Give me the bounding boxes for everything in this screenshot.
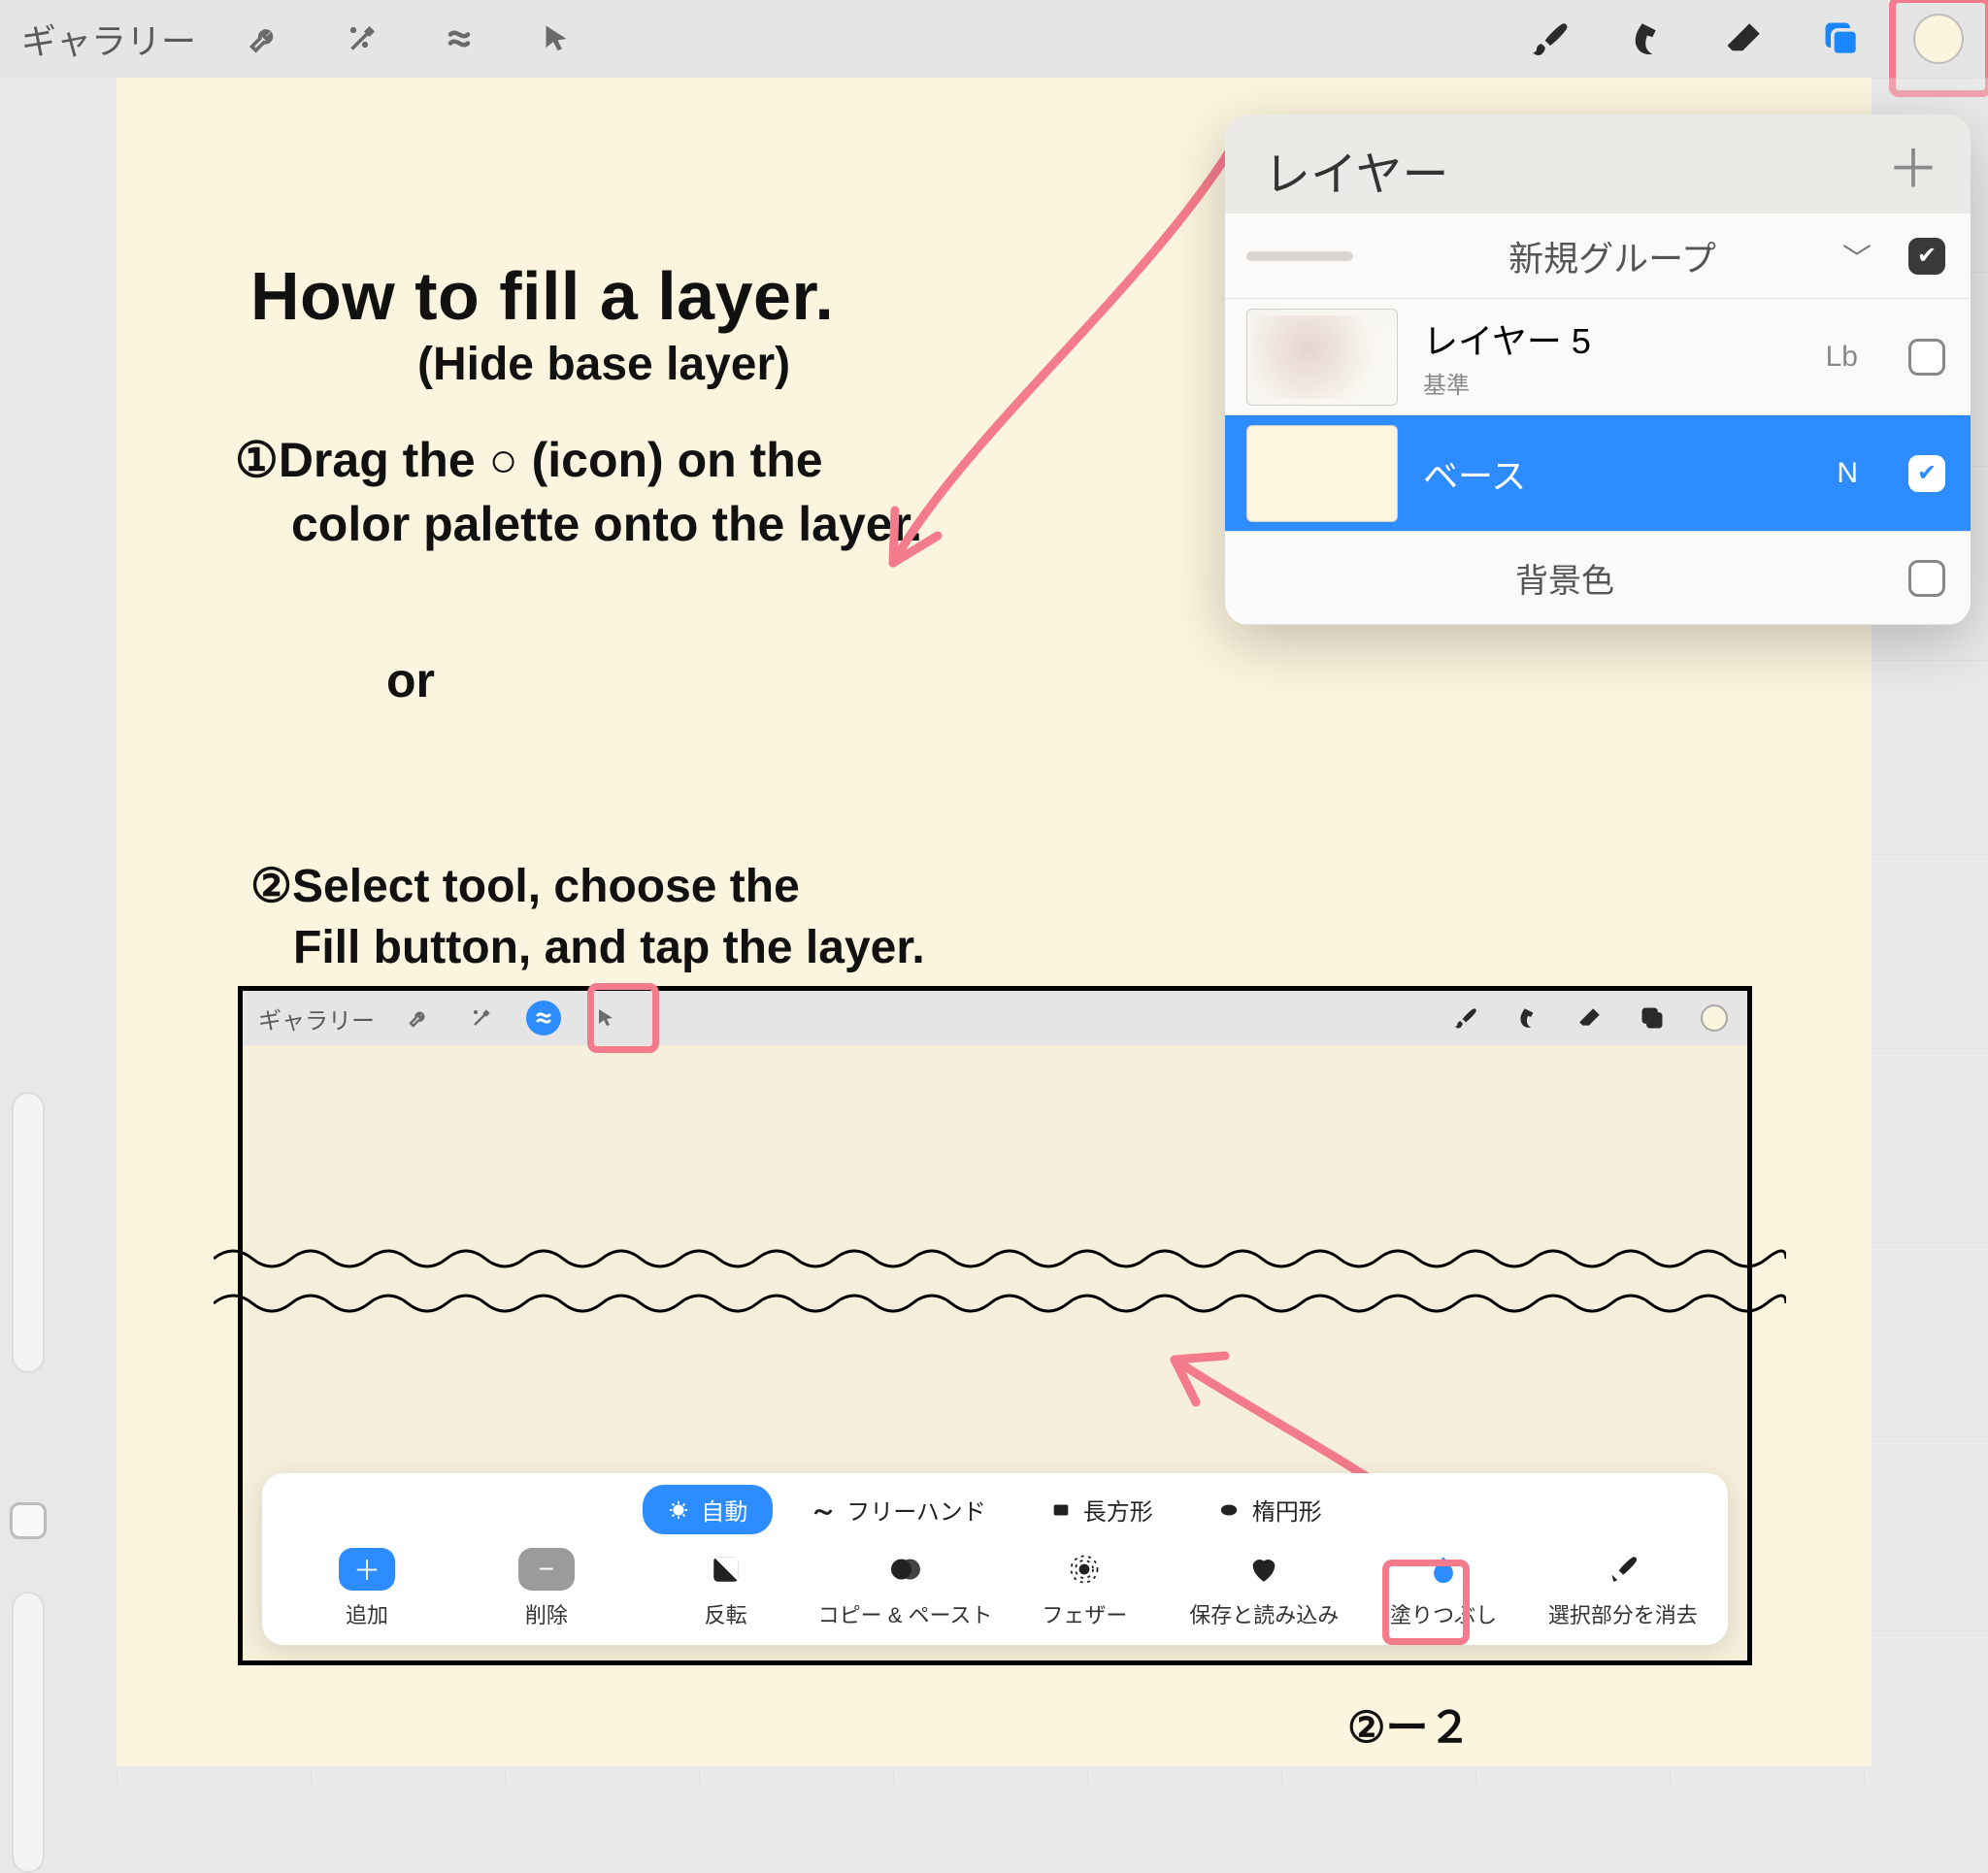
selection-op-save-load[interactable]: 保存と読み込み: [1186, 1548, 1342, 1629]
embedded-smudge-icon[interactable]: [1510, 1001, 1545, 1035]
selection-options-bar: 自動 フリーハンド 長方形 楕円形: [262, 1473, 1728, 1645]
blend-mode-label[interactable]: Lb: [1826, 341, 1858, 374]
embedded-brush-icon[interactable]: [1448, 1001, 1483, 1035]
fill-drop-icon: [1422, 1548, 1465, 1591]
op-label: 削除: [525, 1598, 568, 1629]
smudge-icon[interactable]: [1619, 11, 1675, 67]
op-label: 選択部分を消去: [1548, 1598, 1698, 1629]
title-text: How to fill a layer.: [250, 257, 834, 335]
brush-size-slider[interactable]: [12, 1092, 45, 1373]
layer-name: レイヤー 5: [1423, 313, 1801, 364]
embedded-wand-icon[interactable]: [464, 1001, 499, 1035]
or-text: or: [386, 652, 435, 708]
layer-row-selected[interactable]: ベース N ✔: [1225, 415, 1971, 532]
selection-op-invert[interactable]: 反転: [648, 1548, 804, 1629]
tab-label: フリーハンド: [846, 1493, 986, 1527]
op-label: 保存と読み込み: [1189, 1598, 1339, 1629]
selection-op-add[interactable]: ＋ 追加: [289, 1548, 445, 1629]
arrow-icon[interactable]: [528, 11, 584, 67]
embedded-screenshot: ギャラリー: [238, 986, 1752, 1665]
embedded-select-icon[interactable]: [526, 1001, 561, 1035]
group-name: 新規グループ: [1382, 231, 1842, 281]
layer-sublabel: 基準: [1423, 366, 1801, 400]
op-label: 塗りつぶし: [1390, 1598, 1497, 1629]
selection-op-subtract[interactable]: − 削除: [469, 1548, 624, 1629]
background-label: 背景色: [1246, 554, 1883, 602]
op-label: 追加: [346, 1598, 388, 1629]
wand-icon[interactable]: [334, 11, 390, 67]
embedded-gallery-button[interactable]: ギャラリー: [258, 1002, 375, 1035]
undo-square-button[interactable]: [10, 1502, 47, 1539]
wavy-divider: [214, 1241, 1786, 1276]
wrench-icon[interactable]: [237, 11, 293, 67]
group-thumb: [1246, 251, 1353, 261]
op-label: コピー & ペースト: [818, 1598, 993, 1629]
color-swatch[interactable]: [1910, 11, 1967, 67]
step2-line1: ②Select tool, choose the: [250, 859, 800, 913]
selection-tab-auto[interactable]: 自動: [643, 1485, 773, 1534]
plus-icon: ＋: [339, 1548, 395, 1591]
tab-label: 自動: [701, 1493, 747, 1527]
layers-panel-title: レイヤー: [1264, 136, 1887, 204]
copy-paste-icon: [884, 1548, 927, 1591]
add-layer-button[interactable]: ＋: [1887, 154, 1939, 185]
background-color-row[interactable]: 背景色: [1225, 532, 1971, 625]
embedded-color-swatch[interactable]: [1697, 1001, 1732, 1035]
layer-name: ベース: [1423, 448, 1811, 499]
layer-visibility-checkbox[interactable]: ✔: [1908, 455, 1945, 492]
selection-tab-rectangle[interactable]: 長方形: [1025, 1485, 1178, 1534]
selection-op-fill[interactable]: 塗りつぶし: [1366, 1548, 1521, 1629]
embedded-toolbar: ギャラリー: [243, 991, 1747, 1045]
eraser-icon[interactable]: [1716, 11, 1773, 67]
embedded-arrow-icon[interactable]: [588, 1001, 623, 1035]
heart-icon: [1242, 1548, 1285, 1591]
layer-thumbnail: [1246, 425, 1398, 522]
tab-label: 長方形: [1083, 1493, 1153, 1527]
annotation-2-2: ②ー２: [1347, 1692, 1471, 1755]
layers-panel: レイヤー ＋ 新規グループ ﹀ ✔ レイヤー 5 基準 Lb ベース N ✔: [1225, 115, 1971, 625]
brush-opacity-slider[interactable]: [12, 1592, 45, 1873]
layer-group-row[interactable]: 新規グループ ﹀ ✔: [1225, 214, 1971, 299]
selection-op-clear[interactable]: 選択部分を消去: [1545, 1548, 1701, 1629]
tab-label: 楕円形: [1252, 1493, 1322, 1527]
select-icon[interactable]: [431, 11, 487, 67]
blend-mode-label[interactable]: N: [1837, 457, 1858, 490]
gallery-button[interactable]: ギャラリー: [21, 14, 196, 64]
subtitle-text: (Hide base layer): [417, 338, 790, 391]
op-label: フェザー: [1042, 1598, 1127, 1629]
top-toolbar: ギャラリー: [0, 0, 1988, 78]
invert-icon: [705, 1548, 747, 1591]
brush-icon[interactable]: [1522, 11, 1578, 67]
feather-icon: [1063, 1548, 1106, 1591]
layer-visibility-checkbox[interactable]: [1908, 339, 1945, 376]
selection-tab-freehand[interactable]: フリーハンド: [786, 1485, 1011, 1534]
step1-line1: ①Drag the ○ (icon) on the: [235, 432, 823, 488]
selection-op-feather[interactable]: フェザー: [1007, 1548, 1162, 1629]
layers-icon[interactable]: [1813, 11, 1870, 67]
embedded-eraser-icon[interactable]: [1573, 1001, 1607, 1035]
step2-line2: Fill button, and tap the layer.: [293, 921, 925, 974]
embedded-layers-icon[interactable]: [1635, 1001, 1670, 1035]
layer-row[interactable]: レイヤー 5 基準 Lb: [1225, 299, 1971, 415]
embedded-wrench-icon[interactable]: [402, 1001, 437, 1035]
clear-icon: [1602, 1548, 1644, 1591]
background-visibility-checkbox[interactable]: [1908, 560, 1945, 597]
chevron-down-icon[interactable]: ﹀: [1842, 235, 1872, 278]
wavy-divider: [214, 1286, 1786, 1321]
op-label: 反転: [705, 1598, 747, 1629]
step1-line2: color palette onto the layer.: [291, 496, 922, 552]
selection-tab-ellipse[interactable]: 楕円形: [1192, 1485, 1347, 1534]
selection-op-copy-paste[interactable]: コピー & ペースト: [828, 1548, 983, 1629]
group-visibility-checkbox[interactable]: ✔: [1908, 238, 1945, 275]
layer-thumbnail: [1246, 309, 1398, 406]
minus-icon: −: [518, 1548, 575, 1591]
